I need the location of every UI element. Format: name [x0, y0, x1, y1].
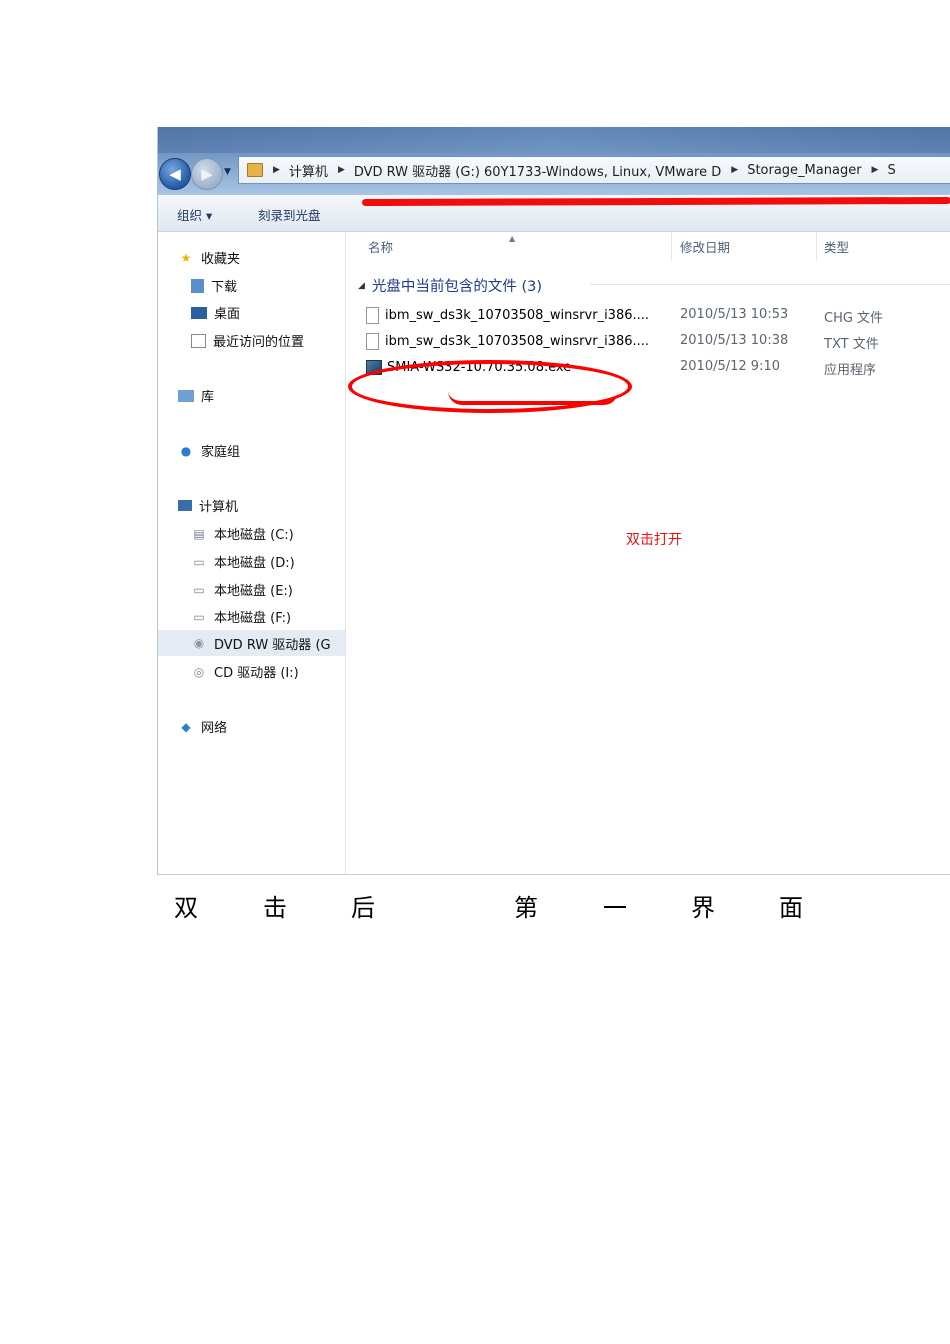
hard-drive-icon: ▭ [193, 609, 205, 624]
group-header[interactable]: ◢ 光盘中当前包含的文件 (3) [358, 275, 950, 296]
history-dropdown-icon[interactable]: ▼ [224, 167, 231, 177]
annotation-stroke [448, 391, 618, 405]
sidebar-item-drive-d[interactable]: ▭ 本地磁盘 (D:) [191, 552, 294, 572]
burn-to-disc-button[interactable]: 刻录到光盘 [258, 205, 321, 224]
file-row[interactable]: ibm_sw_ds3k_10703508_winsrvr_i386.... [366, 304, 649, 326]
caption-char: 界 [691, 894, 715, 922]
column-header-type[interactable]: 类型 [824, 232, 849, 260]
file-date: 2010/5/13 10:53 [680, 307, 789, 322]
annotation-circle [348, 360, 632, 413]
chevron-right-icon: ▶ [871, 165, 879, 175]
computer-icon [178, 500, 192, 511]
back-button[interactable]: ◀ [159, 158, 191, 190]
breadcrumb-storage-manager[interactable]: Storage_Manager [747, 163, 861, 178]
sidebar-item-homegroup[interactable]: ● 家庭组 [178, 441, 240, 461]
file-name: ibm_sw_ds3k_10703508_winsrvr_i386.... [385, 333, 650, 349]
recent-places-icon [191, 333, 206, 348]
file-row[interactable]: ibm_sw_ds3k_10703508_winsrvr_i386.... [366, 330, 649, 352]
hard-drive-icon: ▭ [193, 554, 205, 569]
hard-drive-icon: ▭ [193, 582, 205, 597]
sidebar-item-computer[interactable]: 计算机 [178, 496, 238, 515]
annotation-text: 双击打开 [626, 532, 682, 548]
chevron-right-icon: ▶ [337, 165, 345, 175]
sidebar-item-recent[interactable]: 最近访问的位置 [191, 331, 304, 350]
file-date: 2010/5/13 10:38 [680, 333, 789, 348]
library-icon [178, 389, 194, 402]
homegroup-icon: ● [180, 443, 192, 458]
chevron-right-icon: ▶ [273, 165, 280, 175]
title-bar: ◀ ▶ ▼ ▶ 计算机 ▶ DVD RW 驱动器 (G:) 60Y1733-Wind… [158, 127, 950, 195]
file-list: 名称 ▲ 修改日期 类型 ◢ 光盘中当前包含的文件 (3) ibm_sw_ds3… [346, 232, 950, 874]
sort-ascending-icon: ▲ [509, 233, 516, 243]
collapse-icon[interactable]: ◢ [358, 281, 365, 291]
star-icon: ★ [180, 250, 192, 265]
column-header-modified[interactable]: 修改日期 [680, 232, 730, 260]
sidebar-item-network[interactable]: ◆ 网络 [178, 717, 227, 737]
forward-button[interactable]: ▶ [191, 158, 223, 190]
breadcrumb-dvd-drive[interactable]: DVD RW 驱动器 (G:) 60Y1733-Windows, Linux, … [354, 161, 721, 180]
navigation-pane: ★ 收藏夹 下载 桌面 最近访问的位置 库 ● 家庭组 计算机 ▤ 本地磁盘 (C:)… [158, 232, 346, 874]
caption-char: 双 [174, 894, 198, 922]
sidebar-item-favorites[interactable]: ★ 收藏夹 [178, 248, 240, 268]
address-bar[interactable]: ▶ 计算机 ▶ DVD RW 驱动器 (G:) 60Y1733-Windows, L… [238, 156, 950, 184]
sidebar-item-downloads[interactable]: 下载 [191, 276, 237, 295]
column-header-name[interactable]: 名称 [368, 232, 393, 260]
chevron-right-icon: ▶ [731, 165, 739, 175]
dvd-drive-icon: ◉ [193, 636, 205, 650]
organize-button[interactable]: 组织 ▾ [177, 205, 212, 224]
downloads-folder-icon [191, 278, 204, 293]
breadcrumb-next[interactable]: S [887, 163, 895, 178]
network-icon: ◆ [181, 719, 191, 734]
sidebar-item-drive-f[interactable]: ▭ 本地磁盘 (F:) [191, 607, 291, 627]
text-document-icon [366, 332, 379, 350]
document-caption: 双 击 后 第 一 界 面 [0, 888, 950, 922]
system-drive-icon: ▤ [193, 526, 205, 541]
sidebar-item-libraries[interactable]: 库 [178, 386, 214, 405]
breadcrumb-computer[interactable]: 计算机 [289, 161, 328, 180]
arrow-left-icon: ◀ [169, 165, 181, 183]
explorer-window: ◀ ▶ ▼ ▶ 计算机 ▶ DVD RW 驱动器 (G:) 60Y1733-Wind… [157, 127, 950, 875]
file-type: 应用程序 [824, 363, 877, 378]
file-type: TXT 文件 [824, 337, 879, 352]
caption-char: 第 [514, 894, 538, 922]
cd-drive-icon: ◎ [193, 664, 205, 679]
file-date: 2010/5/12 9:10 [680, 359, 780, 374]
caption-char: 面 [779, 894, 803, 922]
sidebar-item-cd-drive[interactable]: ◎ CD 驱动器 (I:) [191, 662, 299, 682]
caption-char: 击 [263, 894, 287, 922]
caption-char: 后 [351, 894, 375, 922]
file-type: CHG 文件 [824, 311, 884, 326]
caption-char: 一 [603, 894, 627, 922]
document-icon [366, 306, 379, 324]
sidebar-item-desktop[interactable]: 桌面 [191, 303, 240, 322]
desktop-icon [191, 306, 207, 319]
folder-icon [247, 163, 263, 177]
sidebar-item-drive-c[interactable]: ▤ 本地磁盘 (C:) [191, 524, 293, 544]
file-name: ibm_sw_ds3k_10703508_winsrvr_i386.... [385, 307, 650, 323]
sidebar-item-dvd-drive[interactable]: ◉ DVD RW 驱动器 (G [158, 630, 345, 656]
sidebar-item-drive-e[interactable]: ▭ 本地磁盘 (E:) [191, 580, 293, 600]
arrow-right-icon: ▶ [201, 165, 213, 183]
